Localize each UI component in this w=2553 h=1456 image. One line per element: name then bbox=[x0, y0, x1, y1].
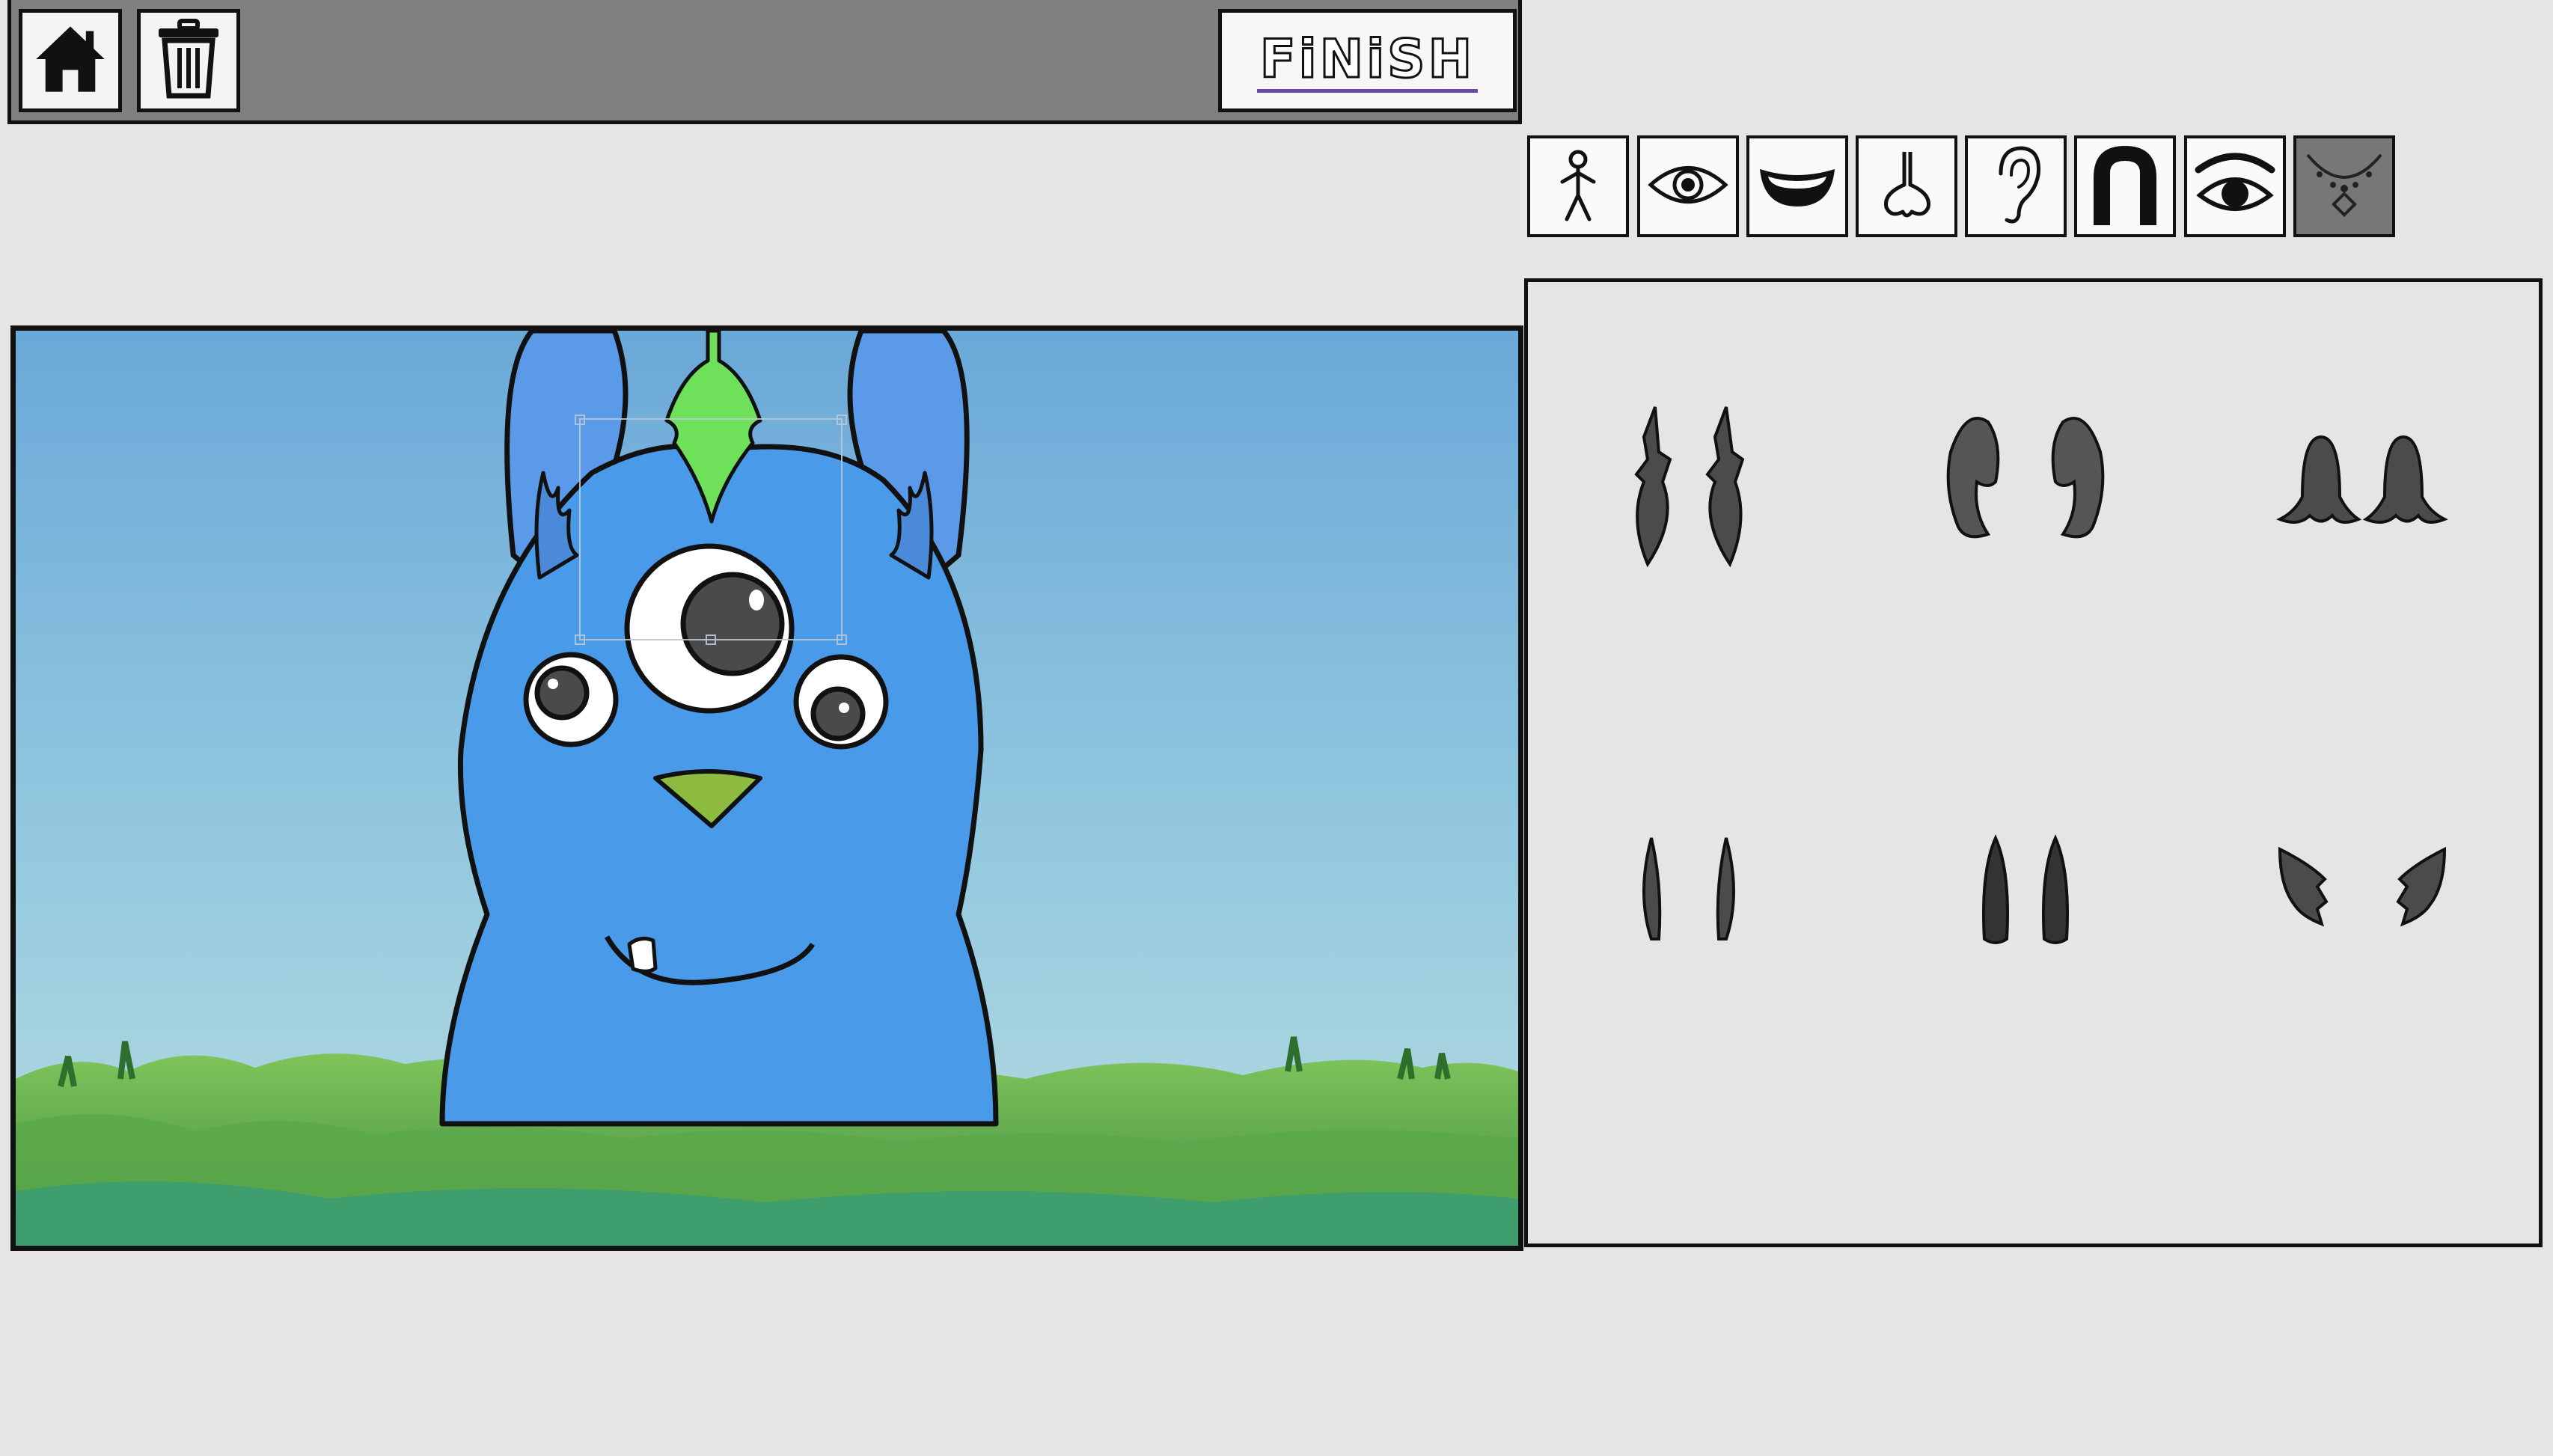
part-blue-bulb-horns[interactable] bbox=[1891, 1172, 2160, 1247]
home-icon bbox=[31, 20, 109, 101]
part-tufted-ears[interactable] bbox=[2228, 767, 2497, 1006]
part-blue-spikes[interactable] bbox=[1554, 1172, 1823, 1247]
nose-icon bbox=[1873, 147, 1940, 225]
finish-label: FiNiSH bbox=[1256, 28, 1479, 93]
spiky-horns-icon bbox=[1634, 406, 1745, 568]
blue-bulb-horns-icon bbox=[1936, 1217, 2115, 1247]
body-icon bbox=[1544, 147, 1612, 225]
mouth-icon bbox=[1756, 159, 1838, 214]
part-thin-horns[interactable] bbox=[1554, 767, 1823, 1006]
delete-button[interactable] bbox=[137, 9, 240, 112]
part-spiky-horns[interactable] bbox=[1554, 362, 1823, 602]
part-wavy-horns[interactable] bbox=[2228, 362, 2497, 602]
accessory-icon bbox=[2303, 147, 2385, 225]
tab-accessories[interactable] bbox=[2293, 135, 2395, 237]
ear-icon bbox=[1986, 144, 2046, 229]
monster-character bbox=[439, 331, 999, 1127]
home-button[interactable] bbox=[19, 9, 122, 112]
eyebrow-icon bbox=[2194, 147, 2276, 225]
part-small-blue-horns[interactable] bbox=[2228, 1172, 2497, 1247]
tab-body[interactable] bbox=[1527, 135, 1629, 237]
thin-horns-icon bbox=[1642, 837, 1735, 940]
hair-icon bbox=[2086, 143, 2164, 230]
eye-icon bbox=[1647, 159, 1729, 214]
tab-ears[interactable] bbox=[1965, 135, 2067, 237]
blue-spikes-icon bbox=[1614, 1217, 1764, 1247]
tab-eyes[interactable] bbox=[1637, 135, 1739, 237]
part-short-horns[interactable] bbox=[1891, 767, 2160, 1006]
tufted-ears-icon bbox=[2278, 846, 2447, 927]
scene-illustration bbox=[16, 331, 1518, 1246]
tab-nose[interactable] bbox=[1856, 135, 1957, 237]
ram-horns-icon bbox=[1946, 417, 2105, 539]
tab-eyebrows[interactable] bbox=[2184, 135, 2286, 237]
parts-panel[interactable] bbox=[1524, 278, 2543, 1247]
tab-mouth[interactable] bbox=[1746, 135, 1848, 237]
small-blue-horns-icon bbox=[2287, 1217, 2437, 1247]
short-horns-icon bbox=[1982, 834, 2069, 944]
top-toolbar: FiNiSH bbox=[7, 0, 1522, 124]
character-canvas[interactable] bbox=[10, 325, 1523, 1251]
wavy-horns-icon bbox=[2276, 435, 2448, 524]
tab-hair[interactable] bbox=[2074, 135, 2176, 237]
trash-icon bbox=[151, 18, 226, 103]
part-curled-ram-horns[interactable] bbox=[1891, 362, 2160, 602]
finish-button[interactable]: FiNiSH bbox=[1218, 9, 1517, 112]
